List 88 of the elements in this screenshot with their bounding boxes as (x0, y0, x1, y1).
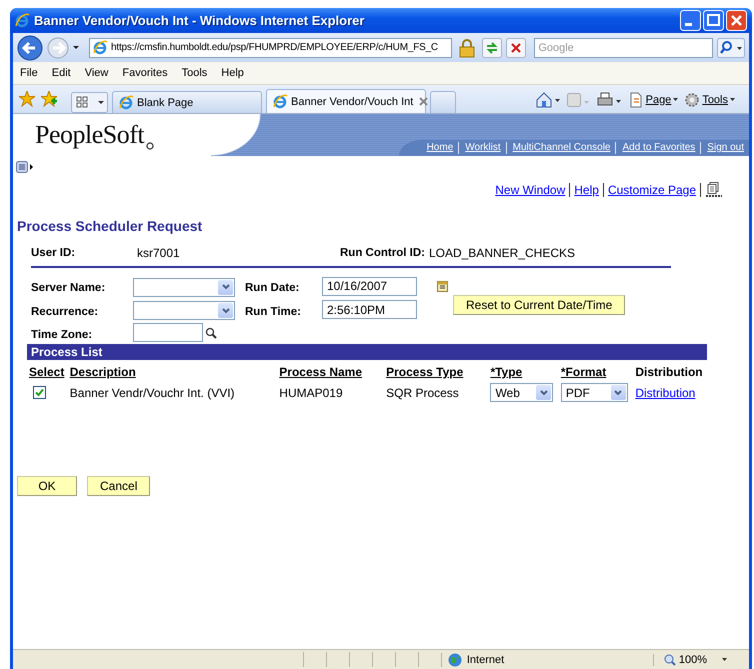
column-header[interactable]: Process Name (277, 363, 384, 381)
close-button[interactable] (726, 10, 747, 31)
page-icon (628, 92, 644, 108)
command-menu[interactable]: Page (628, 92, 678, 108)
header-link[interactable]: Worklist (458, 142, 506, 154)
maximize-button[interactable] (703, 10, 724, 31)
page-icon (93, 40, 108, 55)
page-link[interactable]: Customize Page (608, 183, 696, 197)
field-value: ksr7001 (137, 246, 181, 260)
page-title: Process Scheduler Request (17, 218, 204, 234)
header-link[interactable]: Add to Favorites (615, 142, 700, 154)
dropdown-field[interactable] (133, 278, 235, 296)
http-link-icon[interactable] (705, 182, 723, 198)
section-header: Process List (27, 344, 707, 360)
window-title: Banner Vendor/Vouch Int - Windows Internet Explorer (34, 13, 366, 28)
dropdown-arrow-icon[interactable] (73, 46, 79, 50)
input-field[interactable] (133, 323, 203, 342)
dropdown-arrow-icon (673, 98, 678, 101)
refresh-button[interactable] (482, 38, 502, 58)
header-link[interactable]: MultiChannel Console (506, 142, 616, 154)
reset-button[interactable]: Reset to Current Date/Time (453, 294, 626, 315)
column-header[interactable]: Select (27, 363, 68, 381)
field-label: Time Zone: (31, 328, 94, 340)
table-cell-text: HUMAP019 (278, 384, 344, 402)
distribution-link[interactable]: Distribution (635, 386, 696, 400)
header-link[interactable]: Home (420, 142, 458, 154)
field-label: Run Control ID: (340, 247, 425, 259)
browser-tab[interactable]: Blank Page (112, 91, 262, 113)
page-link[interactable]: Help (574, 183, 599, 197)
print-icon[interactable] (596, 92, 622, 107)
registered-mark-icon (146, 142, 154, 150)
page-icon (273, 94, 288, 109)
browser-icon (15, 13, 30, 28)
table-cell-text: SQR Process (385, 384, 460, 402)
calendar-icon[interactable] (437, 280, 448, 292)
quick-tabs-button[interactable] (71, 92, 108, 113)
address-bar[interactable]: https://cmsfin.humboldt.edu/psp/FHUMPRD/EMPLOYEE/ERP/c/HUM_FS_C (89, 38, 452, 58)
menu-item[interactable]: Edit (44, 67, 78, 79)
column-header[interactable]: *Type (488, 363, 559, 381)
column-header[interactable]: Process Type (384, 363, 488, 381)
ok-button[interactable]: OK (17, 476, 77, 496)
gear-icon (684, 92, 700, 108)
magnifier-icon (664, 654, 676, 666)
menu-item[interactable]: Favorites (115, 67, 175, 79)
menu-item[interactable]: View (78, 67, 116, 79)
browser-tab[interactable]: Banner Vendor/Vouch Int (266, 89, 426, 113)
menu-toggle-icon[interactable] (16, 161, 34, 173)
favorites-star-icon[interactable] (19, 91, 35, 107)
minimize-button[interactable] (680, 10, 701, 31)
search-icon[interactable] (205, 326, 217, 338)
header-link[interactable]: Sign out (700, 142, 749, 154)
url-text[interactable]: https://cmsfin.humboldt.edu/psp/FHUMPRD/EMPLOYEE/ERP/c/HUM_FS_C (111, 42, 438, 53)
menu-item[interactable]: Help (214, 67, 251, 79)
add-favorite-icon[interactable] (41, 91, 57, 107)
cancel-button[interactable]: Cancel (87, 476, 150, 496)
checkbox[interactable] (33, 386, 46, 399)
type-dropdown[interactable]: Web (490, 383, 554, 402)
field-value: LOAD_BANNER_CHECKS (428, 246, 575, 260)
back-button[interactable] (17, 34, 43, 60)
peoplesoft-logo: PeopleSoft (35, 120, 144, 150)
dropdown-field[interactable] (133, 301, 235, 320)
menu-item[interactable]: File (13, 67, 45, 79)
field-label: Recurrence: (31, 304, 100, 318)
zoom-level[interactable]: 100% (652, 654, 735, 666)
command-menu[interactable]: Tools (684, 92, 735, 108)
dropdown-arrow-icon (730, 98, 735, 101)
column-header: Distribution (634, 364, 704, 381)
field-label: User ID: (31, 247, 76, 259)
close-tab-icon[interactable] (419, 97, 428, 106)
stop-button[interactable] (506, 38, 526, 58)
globe-icon (448, 652, 462, 666)
search-button[interactable] (717, 38, 745, 58)
search-placeholder: Google (538, 42, 574, 54)
column-header[interactable]: *Format (558, 363, 634, 381)
page-icon (119, 95, 134, 110)
home-icon[interactable] (534, 91, 561, 108)
format-dropdown[interactable]: PDF (560, 383, 628, 402)
page-link[interactable]: New Window (495, 183, 566, 197)
field-label: Run Time: (245, 304, 302, 318)
input-field[interactable]: 2:56:10PM (322, 300, 417, 320)
column-header[interactable]: Description (68, 363, 278, 381)
table-cell-text: Banner Vendr/Vouchr Int. (VVI) (68, 384, 236, 402)
dropdown-arrow-icon (722, 658, 727, 661)
field-label: Server Name: (31, 281, 106, 294)
menu-item[interactable]: Tools (174, 67, 214, 79)
field-label: Run Date: (245, 281, 300, 294)
input-field[interactable]: 10/16/2007 (322, 276, 417, 296)
security-zone: Internet (440, 652, 653, 666)
